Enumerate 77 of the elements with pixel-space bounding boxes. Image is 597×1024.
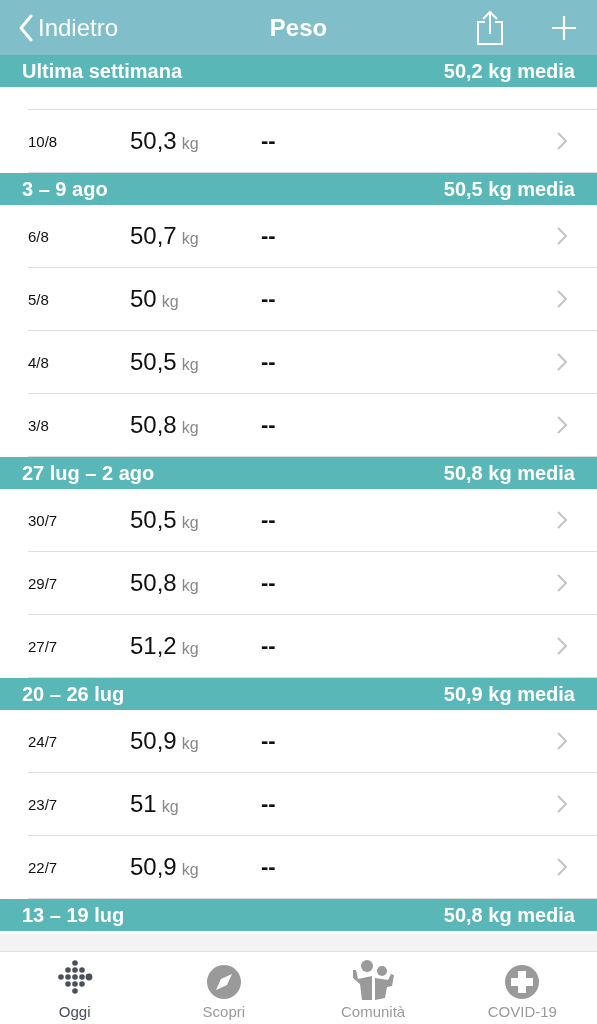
weight-unit: kg <box>181 230 199 248</box>
weight-unit: kg <box>181 735 199 753</box>
entry-date: 5/8 <box>28 290 50 308</box>
entry-date: 30/7 <box>28 511 59 529</box>
week-average: 50,8 kg media <box>443 461 575 485</box>
weight-value: 50,9 <box>130 727 177 755</box>
week-title: 3 – 9 ago <box>22 177 108 201</box>
chevron-icon[interactable] <box>557 637 567 655</box>
weight-value: 50,5 <box>130 348 177 376</box>
entry-date: 24/7 <box>28 732 59 750</box>
weight-unit: kg <box>181 135 199 153</box>
weight-value: 50,9 <box>130 853 177 881</box>
chevron-icon[interactable] <box>557 795 567 813</box>
entry-note: -- <box>261 223 276 249</box>
weight-value: 51,2 <box>130 632 177 660</box>
chevron-icon[interactable] <box>557 416 567 434</box>
entry-note: -- <box>261 570 276 596</box>
week-title: Ultima settimana <box>22 59 183 83</box>
entry-note: -- <box>261 286 276 312</box>
entry-note: -- <box>261 633 276 659</box>
tab-item[interactable]: Scopri <box>149 952 299 1024</box>
weight-unit: kg <box>181 356 199 374</box>
entry-date: 29/7 <box>28 574 59 592</box>
entry-note: -- <box>261 128 276 154</box>
tab-item[interactable]: Oggi <box>0 952 150 1024</box>
chevron-icon[interactable] <box>557 574 567 592</box>
chevron-icon[interactable] <box>557 353 567 371</box>
add-icon[interactable] <box>551 14 577 41</box>
chevron-icon[interactable] <box>557 511 567 529</box>
weight-value: 50,5 <box>130 506 177 534</box>
week-average: 50,2 kg media <box>443 59 575 83</box>
week-average: 50,9 kg media <box>443 682 575 706</box>
entry-date: 3/8 <box>28 416 50 434</box>
weight-unit: kg <box>181 514 199 532</box>
chevron-icon[interactable] <box>557 132 567 150</box>
weight-value: 50,7 <box>130 222 177 250</box>
entry-date: 6/8 <box>28 227 50 245</box>
weight-unit: kg <box>161 293 179 311</box>
compass-icon <box>205 964 242 1000</box>
week-title: 27 lug – 2 ago <box>22 461 155 485</box>
entry-note: -- <box>261 412 276 438</box>
entry-date: 23/7 <box>28 795 59 813</box>
week-title: 20 – 26 lug <box>22 682 125 706</box>
entry-note: -- <box>261 728 276 754</box>
weight-unit: kg <box>181 640 199 658</box>
tab-item[interactable]: Comunità <box>298 952 448 1024</box>
entry-date: 10/8 <box>28 132 59 150</box>
entry-note: -- <box>261 349 276 375</box>
cross-icon <box>504 964 541 1000</box>
entry-date: 27/7 <box>28 637 59 655</box>
weight-unit: kg <box>181 577 199 595</box>
week-title: 13 – 19 lug <box>22 903 125 927</box>
back-button[interactable]: Indietro <box>18 13 119 42</box>
chevron-icon[interactable] <box>557 227 567 245</box>
weight-unit: kg <box>181 861 199 879</box>
entry-note: -- <box>261 854 276 880</box>
chevron-icon[interactable] <box>557 858 567 876</box>
weight-value: 50 <box>130 285 157 313</box>
entry-note: -- <box>261 791 276 817</box>
chevron-icon[interactable] <box>557 290 567 308</box>
page-title: Peso <box>268 13 329 42</box>
weight-value: 50,8 <box>130 569 177 597</box>
entry-note: -- <box>261 507 276 533</box>
week-average: 50,5 kg media <box>443 177 575 201</box>
weight-unit: kg <box>161 798 179 816</box>
weight-unit: kg <box>181 419 199 437</box>
entry-date: 22/7 <box>28 858 59 876</box>
entry-date: 4/8 <box>28 353 50 371</box>
share-icon[interactable] <box>475 9 505 46</box>
weight-value: 50,3 <box>130 127 177 155</box>
week-average: 50,8 kg media <box>443 903 575 927</box>
back-icon <box>18 13 34 42</box>
weight-value: 50,8 <box>130 411 177 439</box>
people-icon <box>350 960 397 1000</box>
weight-value: 51 <box>130 790 157 818</box>
tab-item[interactable]: COVID-19 <box>447 952 597 1024</box>
chevron-icon[interactable] <box>557 732 567 750</box>
